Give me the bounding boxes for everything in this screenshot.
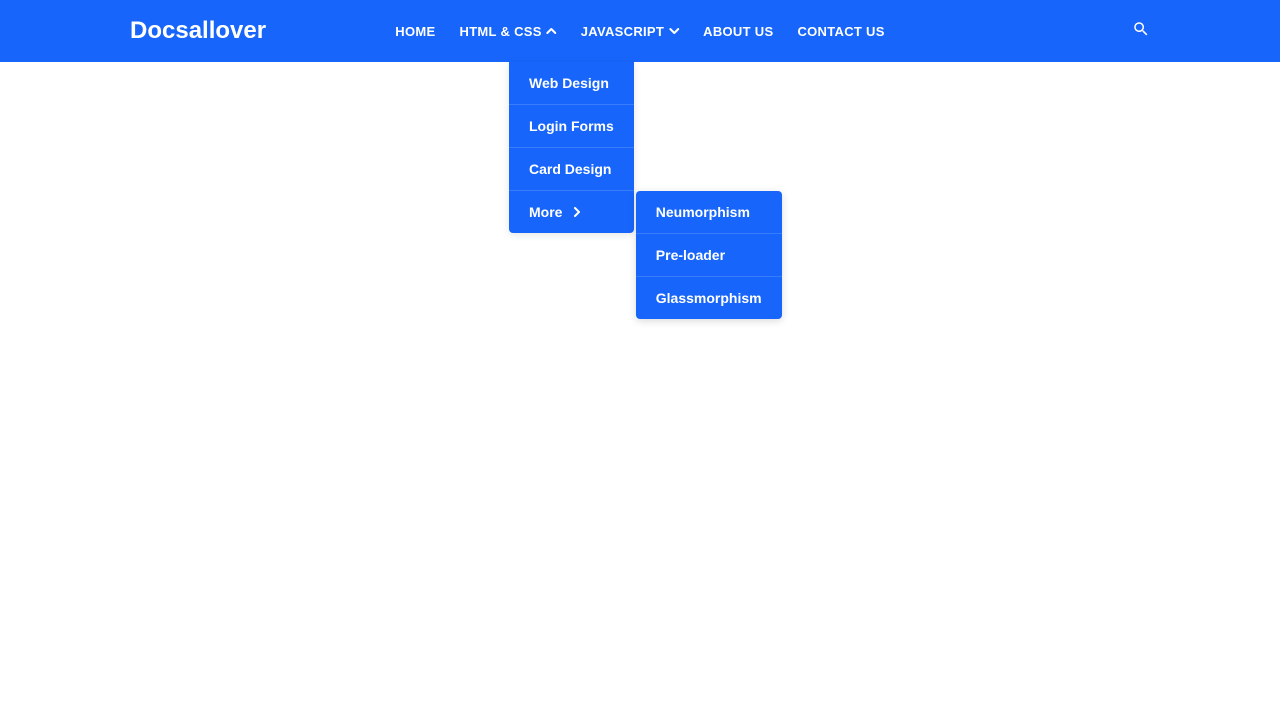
navbar: Docsallover HOME HTML & CSS JAVASCRIPT A… bbox=[0, 0, 1280, 62]
dropdown-item-loginforms[interactable]: Login Forms bbox=[509, 105, 634, 148]
submenu-item-glassmorphism[interactable]: Glassmorphism bbox=[636, 277, 782, 319]
nav-link-home[interactable]: HOME bbox=[383, 2, 447, 61]
dropdown-item-carddesign[interactable]: Card Design bbox=[509, 148, 634, 191]
search-icon bbox=[1132, 20, 1150, 43]
chevron-right-icon bbox=[572, 207, 582, 217]
nav-link-about[interactable]: ABOUT US bbox=[691, 2, 785, 61]
nav-item-htmlcss: HTML & CSS bbox=[448, 2, 569, 61]
nav-item-contact: CONTACT US bbox=[785, 2, 896, 61]
chevron-down-icon bbox=[669, 26, 679, 36]
dropdown-htmlcss: Web Design Login Forms Card Design More … bbox=[509, 62, 634, 233]
nav-label-javascript: JAVASCRIPT bbox=[581, 24, 664, 39]
dropdown-item-webdesign[interactable]: Web Design bbox=[509, 62, 634, 105]
nav-link-contact[interactable]: CONTACT US bbox=[785, 2, 896, 61]
nav-label-htmlcss: HTML & CSS bbox=[460, 24, 542, 39]
dropdown-item-more[interactable]: More Neumorphism Pre-loader Glassmorphis… bbox=[509, 191, 634, 233]
search-button[interactable] bbox=[1132, 20, 1150, 43]
nav-item-about: ABOUT US bbox=[691, 2, 785, 61]
nav-link-htmlcss[interactable]: HTML & CSS bbox=[448, 2, 569, 61]
dropdown-list: Web Design Login Forms Card Design More … bbox=[509, 62, 634, 233]
dropdown-label-more: More bbox=[529, 204, 562, 220]
brand-logo[interactable]: Docsallover bbox=[130, 17, 266, 45]
nav-menu: HOME HTML & CSS JAVASCRIPT ABOUT US CONT… bbox=[383, 2, 896, 61]
nav-item-javascript: JAVASCRIPT bbox=[569, 2, 691, 61]
submenu-item-neumorphism[interactable]: Neumorphism bbox=[636, 191, 782, 234]
nav-item-home: HOME bbox=[383, 2, 447, 61]
submenu-more: Neumorphism Pre-loader Glassmorphism bbox=[636, 191, 782, 319]
submenu-item-preloader[interactable]: Pre-loader bbox=[636, 234, 782, 277]
nav-link-javascript[interactable]: JAVASCRIPT bbox=[569, 2, 691, 61]
chevron-up-icon bbox=[547, 26, 557, 36]
